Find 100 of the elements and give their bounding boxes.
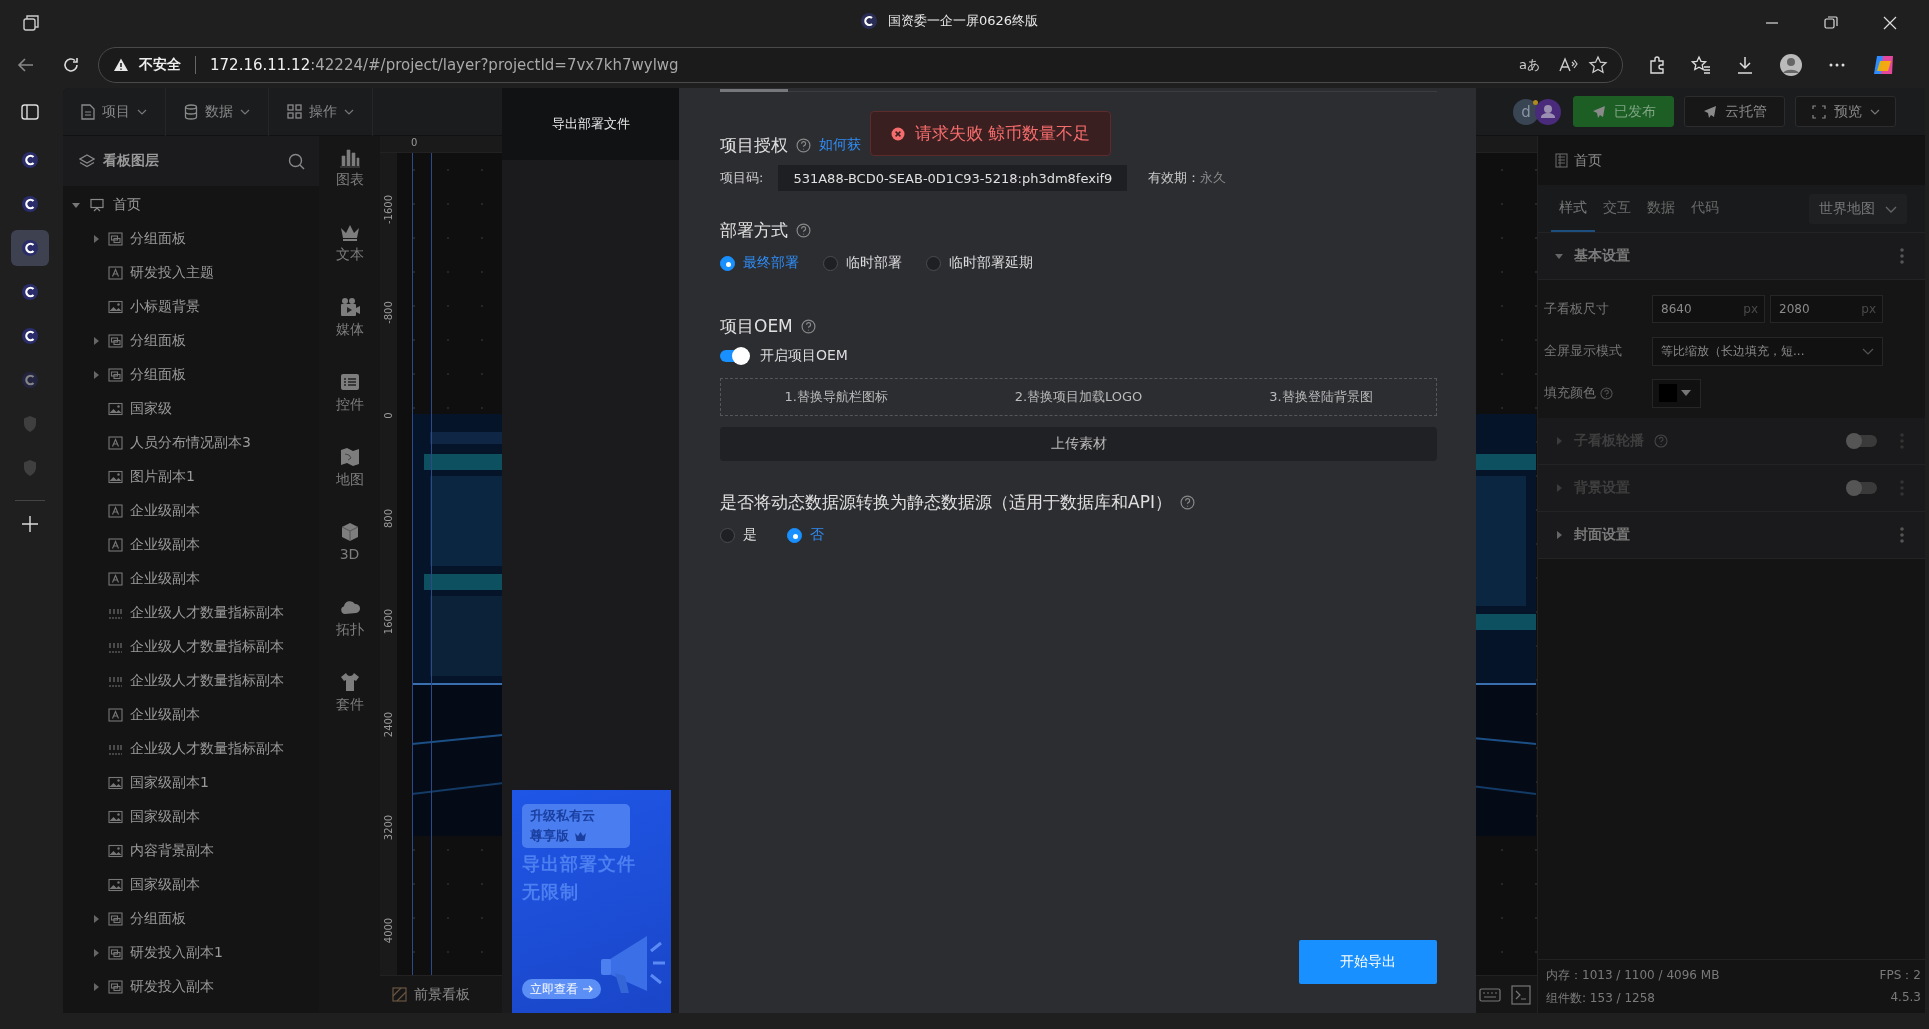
layer-item[interactable]: 企业级副本 <box>63 494 319 528</box>
layer-item[interactable]: 首页 <box>63 188 319 222</box>
start-export-button[interactable]: 开始导出 <box>1299 940 1437 984</box>
translate-button[interactable]: aあ <box>1519 56 1540 74</box>
text-icon <box>108 572 123 586</box>
favorite-star-icon[interactable] <box>1588 55 1608 75</box>
terminal-icon[interactable] <box>1511 984 1531 1005</box>
browser-tab[interactable] <box>11 230 49 266</box>
component-category[interactable]: 图表 <box>335 146 364 221</box>
layer-tab[interactable]: 前景看板 <box>392 985 470 1004</box>
project-code-field[interactable]: 531A88-BCD0-SEAB-0D1C93-5218:ph3dm8fexif9 <box>778 165 1128 191</box>
help-icon[interactable] <box>800 318 816 334</box>
profile-avatar-icon[interactable] <box>1779 53 1803 77</box>
search-icon[interactable] <box>288 152 305 170</box>
image-icon <box>108 402 123 416</box>
menu-button[interactable]: 数据 <box>166 88 269 136</box>
layer-item[interactable]: 小标题背景 <box>63 290 319 324</box>
address-bar[interactable]: 不安全 172.16.11.12:42224/#/project/layer?projectId=7vx7kh7wylwg aあ <box>98 47 1623 83</box>
layer-item[interactable]: 分组面板 <box>63 358 319 392</box>
component-category[interactable]: 控件 <box>335 371 364 446</box>
user-avatar[interactable]: d <box>1513 98 1539 125</box>
size-input[interactable]: 8640 px <box>1652 295 1765 323</box>
app-logo-icon <box>21 327 39 345</box>
mode-select[interactable]: 等比缩放（长边填充，短... <box>1652 336 1883 366</box>
component-category[interactable]: 文本 <box>335 221 364 296</box>
layer-item[interactable]: 研发投入主题 <box>63 256 319 290</box>
upload-button[interactable]: 上传素材 <box>720 427 1437 461</box>
workspaces-icon[interactable] <box>21 12 41 33</box>
layer-item[interactable]: 研发投入副本1 <box>63 936 319 970</box>
layer-item[interactable]: 企业级副本 <box>63 528 319 562</box>
new-tab-icon[interactable] <box>21 515 39 533</box>
favorites-icon[interactable] <box>1691 55 1711 75</box>
layer-item[interactable]: 企业级副本 <box>63 562 319 596</box>
component-category[interactable]: 拓扑 <box>335 596 364 671</box>
dialog-nav-item[interactable]: 导出部署文件 <box>502 88 679 160</box>
download-icon[interactable] <box>1735 55 1755 75</box>
component-category[interactable]: 媒体 <box>335 296 364 371</box>
ruler-label: 1600 <box>382 607 394 637</box>
document-icon <box>81 103 95 120</box>
shield-icon <box>22 459 38 477</box>
settings-section-header[interactable]: 封面设置 <box>1538 512 1925 559</box>
view-now-button[interactable]: 立即查看 <box>522 979 601 999</box>
size-input[interactable]: 2080 px <box>1770 295 1883 323</box>
layer-item[interactable]: 国家级副本 <box>63 868 319 902</box>
layer-item[interactable]: 分组面板 <box>63 902 319 936</box>
help-icon[interactable] <box>796 137 811 153</box>
refresh-icon[interactable] <box>61 55 81 75</box>
restore-icon[interactable] <box>1824 15 1838 30</box>
ruler-label: 0 <box>411 137 418 148</box>
toast-message: 请求失败 鲸币数量不足 <box>914 122 1091 145</box>
panel-tab[interactable]: 交互 <box>1595 186 1639 232</box>
cloud-button[interactable]: 云托管 <box>1684 96 1785 127</box>
radio-option[interactable]: 最终部署 <box>720 254 799 272</box>
number-icon <box>108 674 123 688</box>
number-icon <box>108 606 123 620</box>
component-category[interactable]: 套件 <box>335 671 364 746</box>
security-label[interactable]: 不安全 <box>139 56 181 74</box>
video-camera-icon <box>338 296 361 318</box>
layer-item[interactable]: 内容背景副本 <box>63 834 319 868</box>
radio-option[interactable]: 临时部署 <box>823 254 902 272</box>
help-link[interactable]: 如何获 <box>819 136 861 154</box>
layer-item[interactable]: 企业级副本 <box>63 698 319 732</box>
app-logo-icon <box>21 283 39 301</box>
map-select[interactable]: 世界地图 <box>1809 194 1907 224</box>
layer-item[interactable]: 研发投入副本 <box>63 970 319 1004</box>
layer-item[interactable]: 企业级人才数量指标副本 <box>63 596 319 630</box>
menu-button[interactable]: 项目 <box>63 88 166 136</box>
layer-item[interactable]: 分组面板 <box>63 222 319 256</box>
panel-tab[interactable]: 代码 <box>1683 186 1727 232</box>
sidebar-toggle-icon[interactable] <box>20 102 40 122</box>
toggle-switch[interactable] <box>720 350 748 362</box>
help-icon[interactable] <box>1179 494 1195 510</box>
panel-tab[interactable]: 数据 <box>1639 186 1683 232</box>
radio-option[interactable]: 是 <box>720 526 757 544</box>
read-aloud-icon[interactable] <box>1558 56 1578 74</box>
extensions-icon[interactable] <box>1647 55 1667 75</box>
layer-item[interactable]: 图片副本1 <box>63 460 319 494</box>
menu-button[interactable]: 操作 <box>269 88 373 136</box>
publish-button[interactable]: 已发布 <box>1573 96 1674 127</box>
component-category[interactable]: 地图 <box>335 446 364 521</box>
radio-option[interactable]: 临时部署延期 <box>926 254 1033 272</box>
section-title: 封面设置 <box>1574 526 1630 544</box>
window-title: 国资委一企一屏0626终版 <box>888 12 1039 30</box>
radio-option[interactable]: 否 <box>787 526 824 544</box>
layer-item[interactable]: 国家级副本 <box>63 800 319 834</box>
image-icon <box>108 470 123 484</box>
layer-item[interactable]: 分组面板 <box>63 324 319 358</box>
layer-item[interactable]: 企业级人才数量指标副本 <box>63 732 319 766</box>
layer-item[interactable]: 国家级副本1 <box>63 766 319 800</box>
layer-item[interactable]: 人员分布情况副本3 <box>63 426 319 460</box>
layer-item[interactable]: 国家级 <box>63 392 319 426</box>
help-icon[interactable] <box>796 222 811 238</box>
close-icon[interactable] <box>1883 15 1897 30</box>
color-picker[interactable] <box>1652 378 1701 408</box>
layer-item[interactable]: 企业级人才数量指标副本 <box>63 664 319 698</box>
layer-item[interactable]: 企业级人才数量指标副本 <box>63 630 319 664</box>
preview-button[interactable]: 预览 <box>1795 96 1896 127</box>
settings-section-header[interactable]: 基本设置 <box>1538 233 1925 280</box>
component-category[interactable]: 3D <box>338 521 361 596</box>
user-avatar-icon[interactable] <box>1535 98 1561 125</box>
